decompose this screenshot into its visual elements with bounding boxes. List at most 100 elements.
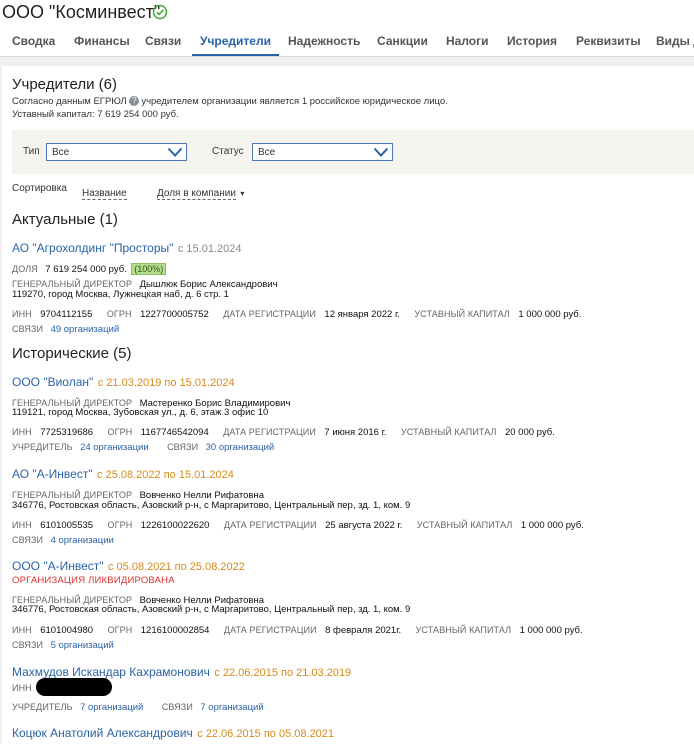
reg-date-value: 25 августа 2022 г. bbox=[325, 520, 403, 531]
founder-name-link[interactable]: Махмудов Искандар Кахрамонович bbox=[12, 665, 210, 679]
inn-label: ИНН bbox=[12, 625, 32, 635]
company-title: ООО "Косминвест" bbox=[2, 2, 161, 22]
links-value-link[interactable]: 30 организаций bbox=[206, 442, 275, 453]
type-filter-value: Все bbox=[52, 147, 70, 158]
links-row: СВЯЗИ 5 организаций bbox=[12, 635, 114, 653]
tab-sanctions[interactable]: Санкции bbox=[377, 28, 428, 54]
tab-founders[interactable]: Учредители bbox=[192, 28, 279, 56]
founder-name-link[interactable]: ООО "А-Инвест" bbox=[12, 559, 104, 573]
founder-name-link[interactable]: АО "Агрохолдинг "Просторы" bbox=[12, 241, 173, 255]
tab-links[interactable]: Связи bbox=[145, 28, 181, 54]
director-label: ГЕНЕРАЛЬНЫЙ ДИРЕКТОР bbox=[12, 490, 133, 500]
authorized-capital: Уставный капитал: 7 619 254 000 руб. bbox=[12, 109, 179, 120]
address: 346776, Ростовская область, Азовский р-н… bbox=[12, 604, 411, 615]
reg-date-value: 7 июня 2016 г. bbox=[324, 427, 387, 438]
links-label: СВЯЗИ bbox=[167, 442, 199, 452]
founders-title: Учредители (6) bbox=[12, 76, 118, 93]
ogrn-label: ОГРН bbox=[107, 520, 133, 530]
verified-check-icon bbox=[152, 4, 168, 20]
sort-by-name-label[interactable]: Название bbox=[82, 188, 127, 200]
links-row: УЧРЕДИТЕЛЬ 24 организации СВЯЗИ 30 орган… bbox=[12, 437, 274, 455]
status-filter-select[interactable]: Все bbox=[252, 143, 393, 161]
founder-date: с 25.08.2022 по 15.01.2024 bbox=[97, 469, 234, 481]
status-filter-label: Статус bbox=[212, 146, 244, 157]
tab-summary[interactable]: Сводка bbox=[12, 28, 55, 54]
inn-label: ИНН bbox=[12, 427, 32, 437]
links-row: СВЯЗИ 49 организаций bbox=[12, 319, 119, 337]
sort-arrow-icon: ▾ bbox=[240, 189, 245, 198]
reg-date-value: 8 февраля 2021г. bbox=[325, 625, 402, 636]
chevron-down-icon bbox=[373, 147, 389, 157]
inn-label: ИНН bbox=[12, 520, 32, 530]
links-value-link[interactable]: 49 организаций bbox=[51, 324, 120, 335]
capital-value: 1 000 000 руб. bbox=[520, 520, 584, 531]
links-value-link[interactable]: 5 организаций bbox=[51, 640, 114, 651]
founder-name-link[interactable]: АО "А-Инвест" bbox=[12, 467, 93, 481]
links-row: СВЯЗИ 4 организации bbox=[12, 530, 114, 548]
tab-bar: Сводка Финансы Связи Учредители Надежнос… bbox=[0, 28, 694, 56]
links-label: СВЯЗИ bbox=[12, 324, 44, 334]
type-filter-select[interactable]: Все bbox=[46, 143, 187, 161]
founder-date: с 22.06.2015 по 21.03.2019 bbox=[214, 667, 352, 679]
ogrn-value: 1227700005752 bbox=[140, 309, 209, 320]
director-label: ГЕНЕРАЛЬНЫЙ ДИРЕКТОР bbox=[12, 279, 133, 289]
actual-section-title: Актуальные (1) bbox=[12, 211, 118, 228]
capital-label: УСТАВНЫЙ КАПИТАЛ bbox=[400, 427, 497, 437]
historical-section-title: Исторические (5) bbox=[12, 345, 132, 362]
founder-links-link[interactable]: 24 организации bbox=[80, 442, 149, 453]
founder-links-link[interactable]: 7 организаций bbox=[80, 702, 143, 713]
reg-date-value: 12 января 2022 г. bbox=[324, 309, 400, 320]
tab-reliability[interactable]: Надежность bbox=[288, 28, 360, 54]
capital-value: 20 000 руб. bbox=[504, 427, 555, 438]
ogrn-value: 1226100022620 bbox=[140, 520, 210, 531]
founder-item: АО "Агрохолдинг "Просторы" с 15.01.2024 bbox=[12, 239, 242, 257]
capital-value: 1 000 000 руб. bbox=[519, 625, 583, 636]
address: 119270, город Москва, Лужнецкая наб, д. … bbox=[12, 289, 229, 300]
links-label: СВЯЗИ bbox=[12, 640, 44, 650]
founder-date: с 15.01.2024 bbox=[177, 243, 242, 255]
founder-links-label: УЧРЕДИТЕЛЬ bbox=[12, 442, 73, 452]
reg-date-label: ДАТА РЕГИСТРАЦИИ bbox=[223, 625, 317, 635]
tab-requisites[interactable]: Реквизиты bbox=[576, 28, 641, 54]
sort-by-share-label[interactable]: Доля в компании bbox=[157, 188, 236, 200]
founder-date: с 21.03.2019 по 15.01.2024 bbox=[97, 377, 235, 389]
founder-item: ООО "А-Инвест" с 05.08.2021 по 25.08.202… bbox=[12, 557, 245, 575]
type-filter-label: Тип bbox=[23, 146, 40, 157]
info-icon[interactable]: ? bbox=[129, 96, 140, 107]
redacted-inn bbox=[36, 678, 112, 696]
links-row: УЧРЕДИТЕЛЬ 7 организаций СВЯЗИ 7 организ… bbox=[12, 697, 264, 715]
founder-date: с 22.06.2015 по 05.08.2021 bbox=[197, 728, 335, 740]
chevron-down-icon bbox=[167, 147, 183, 157]
founder-item: Коцюк Анатолий Александрович с 22.06.201… bbox=[12, 724, 334, 742]
capital-label: УСТАВНЫЙ КАПИТАЛ bbox=[416, 520, 513, 530]
address: 119121, город Москва, Зубовская ул., д. … bbox=[12, 407, 269, 418]
address: 346776, Ростовская область, Азовский р-н… bbox=[12, 500, 411, 511]
founder-name-link[interactable]: ООО "Виолан" bbox=[12, 375, 93, 389]
tab-history[interactable]: История bbox=[507, 28, 557, 54]
page-header: ООО "Косминвест" Сводка Финансы Связи Уч… bbox=[0, 0, 694, 57]
founders-summary: Согласно данным ЕГРЮЛ ? учредителем орган… bbox=[12, 96, 448, 107]
summary-suffix: учредителем организации является 1 росси… bbox=[141, 96, 448, 107]
links-label: СВЯЗИ bbox=[12, 535, 44, 545]
ogrn-label: ОГРН bbox=[107, 427, 133, 437]
reg-date-label: ДАТА РЕГИСТРАЦИИ bbox=[223, 309, 316, 319]
tab-finance[interactable]: Финансы bbox=[74, 28, 130, 54]
founders-card: Учредители (6) Согласно данным ЕГРЮЛ ? уч… bbox=[2, 66, 694, 744]
founder-item: АО "А-Инвест" с 25.08.2022 по 15.01.2024 bbox=[12, 465, 234, 483]
reg-date-label: ДАТА РЕГИСТРАЦИИ bbox=[223, 427, 316, 437]
capital-label: УСТАВНЫЙ КАПИТАЛ bbox=[414, 309, 510, 319]
reg-date-label: ДАТА РЕГИСТРАЦИИ bbox=[223, 520, 317, 530]
links-value-link[interactable]: 7 организаций bbox=[200, 702, 263, 713]
sort-by-name[interactable]: Название bbox=[82, 183, 127, 201]
sort-by-share[interactable]: Доля в компании ▾ bbox=[157, 183, 244, 201]
founder-links-label: УЧРЕДИТЕЛЬ bbox=[12, 702, 73, 712]
inn-label: ИНН bbox=[12, 309, 32, 319]
tab-taxes[interactable]: Налоги bbox=[446, 28, 489, 54]
summary-prefix: Согласно данным ЕГРЮЛ bbox=[12, 96, 127, 107]
liquidated-status: ОРГАНИЗАЦИЯ ЛИКВИДИРОВАНА bbox=[12, 575, 175, 586]
founder-name-link[interactable]: Коцюк Анатолий Александрович bbox=[12, 726, 193, 740]
links-value-link[interactable]: 4 организации bbox=[51, 535, 114, 546]
status-filter-value: Все bbox=[258, 147, 276, 158]
tab-activities[interactable]: Виды де bbox=[656, 28, 694, 54]
ogrn-label: ОГРН bbox=[107, 625, 133, 635]
